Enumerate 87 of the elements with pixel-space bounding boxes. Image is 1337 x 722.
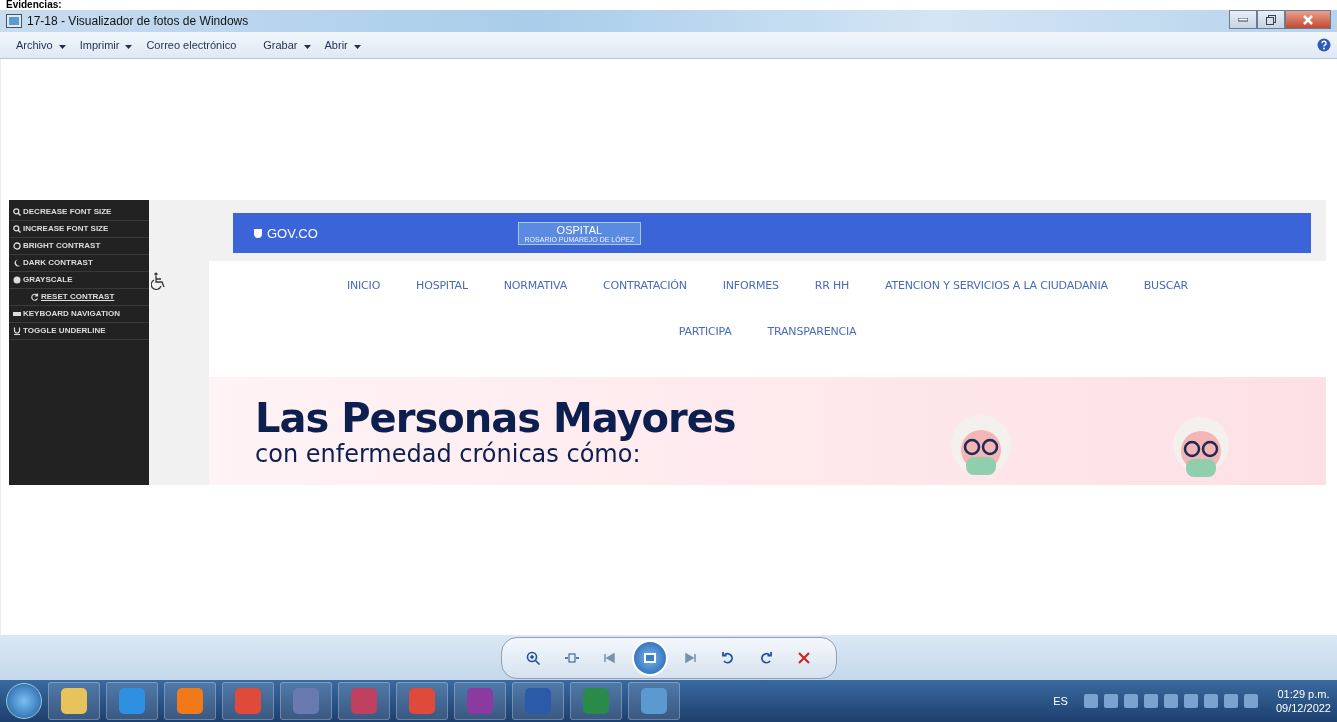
menu-item[interactable]: Abrir — [318, 37, 367, 53]
accessibility-option[interactable]: DARK CONTRAST — [9, 255, 149, 272]
minimize-button[interactable] — [1229, 10, 1257, 29]
nav-link[interactable]: HOSPITAL — [416, 279, 468, 325]
page-heading: Evidencias: — [6, 0, 62, 10]
app-icon — [235, 688, 261, 714]
tray-icon[interactable] — [1163, 694, 1178, 708]
shield-icon — [253, 227, 263, 239]
slideshow-button[interactable] — [631, 639, 668, 676]
filled-circle-icon — [13, 276, 21, 284]
fit-icon — [563, 650, 580, 665]
keyboard-icon — [13, 310, 21, 318]
app-icon — [351, 688, 377, 714]
tray-icon[interactable] — [1103, 694, 1118, 708]
taskbar-app[interactable] — [454, 682, 506, 720]
slideshow-icon — [641, 650, 658, 665]
banner-title: Las Personas Mayores — [255, 395, 736, 441]
tray-icon[interactable] — [1223, 694, 1238, 708]
moon-icon — [13, 259, 21, 267]
nav-link[interactable]: TRANSPARENCIA — [767, 325, 857, 371]
photo-viewer-icon — [6, 14, 22, 28]
refresh-icon — [31, 293, 39, 301]
language-indicator[interactable]: ES — [1053, 695, 1068, 707]
app-icon — [61, 688, 87, 714]
accessibility-option[interactable]: KEYBOARD NAVIGATION — [9, 306, 149, 323]
nav-link[interactable]: ATENCION Y SERVICIOS A LA CIUDADANIA — [885, 279, 1108, 325]
accessibility-option[interactable]: RESET CONTRAST — [9, 289, 149, 306]
nav-link[interactable]: CONTRATACIÓN — [603, 279, 687, 325]
rotate-left-icon — [719, 650, 736, 665]
app-icon — [409, 688, 435, 714]
taskbar-app[interactable] — [106, 682, 158, 720]
nav-link[interactable]: INFORMES — [722, 279, 779, 325]
minimize-icon — [1238, 17, 1248, 22]
taskbar-app[interactable] — [280, 682, 332, 720]
taskbar-app[interactable] — [48, 682, 100, 720]
menu-item[interactable]: Imprimir — [73, 37, 139, 53]
app-icon — [467, 688, 493, 714]
zoom-icon — [525, 650, 542, 665]
magnifier-icon — [13, 208, 21, 216]
close-icon — [1303, 14, 1313, 25]
tray-icon[interactable] — [1203, 694, 1218, 708]
accessibility-option[interactable]: GRAYSCALE — [9, 272, 149, 289]
nav-link[interactable]: NORMATIVA — [503, 279, 568, 325]
menu-item[interactable]: Correo electrónico — [140, 37, 256, 53]
accessibility-option[interactable]: BRIGHT CONTRAST — [9, 238, 149, 255]
taskbar-app[interactable] — [338, 682, 390, 720]
window-title: 17-18 - Visualizador de fotos de Windows — [27, 14, 249, 28]
tray-icon[interactable] — [1143, 694, 1158, 708]
app-icon — [177, 688, 203, 714]
delete-icon — [795, 650, 812, 665]
clock[interactable]: 01:29 p.m. 09/12/2022 — [1275, 687, 1331, 715]
restore-button[interactable] — [1257, 10, 1285, 29]
app-icon — [641, 688, 667, 714]
app-icon — [525, 688, 551, 714]
tray-icon[interactable] — [1083, 694, 1098, 708]
app-icon — [119, 688, 145, 714]
help-icon[interactable] — [1317, 38, 1331, 52]
accessibility-option[interactable]: INCREASE FONT SIZE — [9, 221, 149, 238]
menu-item[interactable]: Archivo — [10, 37, 72, 53]
taskbar-app[interactable] — [512, 682, 564, 720]
app-icon — [583, 688, 609, 714]
app-icon — [293, 688, 319, 714]
underline-icon — [13, 327, 21, 335]
banner-subtitle: con enfermedad crónicas cómo: — [255, 441, 641, 467]
nav-link[interactable]: RR HH — [814, 279, 850, 325]
circle-icon — [13, 242, 21, 250]
tray-icon[interactable] — [1243, 694, 1258, 708]
start-button[interactable] — [6, 683, 42, 719]
taskbar-app[interactable] — [222, 682, 274, 720]
close-button[interactable] — [1285, 10, 1331, 29]
taskbar-app[interactable] — [628, 682, 680, 720]
accessibility-option[interactable]: TOGGLE UNDERLINE — [9, 323, 149, 340]
nav-link[interactable]: PARTICIPA — [678, 325, 732, 371]
restore-icon — [1266, 14, 1276, 25]
taskbar-app[interactable] — [396, 682, 448, 720]
wheelchair-icon[interactable] — [151, 272, 167, 290]
tray-icon[interactable] — [1183, 694, 1198, 708]
magnifier-icon — [13, 225, 21, 233]
taskbar-app[interactable] — [570, 682, 622, 720]
tray-icon[interactable] — [1123, 694, 1138, 708]
accessibility-option[interactable]: DECREASE FONT SIZE — [9, 204, 149, 221]
nav-link[interactable]: INICIO — [347, 279, 381, 325]
menu-item[interactable]: Grabar — [257, 37, 317, 53]
previous-icon — [601, 650, 618, 665]
taskbar-app[interactable] — [164, 682, 216, 720]
nav-link[interactable]: BUSCAR — [1143, 279, 1188, 325]
gov-logo[interactable]: GOV.CO — [267, 225, 318, 241]
